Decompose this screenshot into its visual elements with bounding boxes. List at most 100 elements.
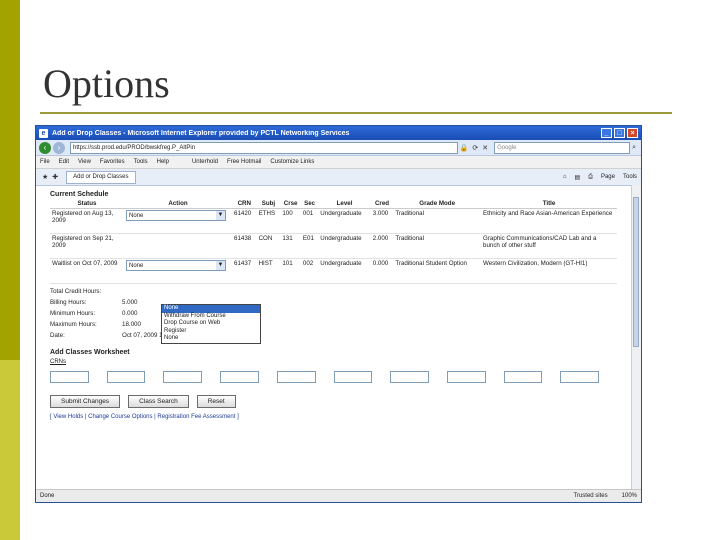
- links-item-1[interactable]: Unterhold: [192, 159, 218, 165]
- add-classes-heading: Add Classes Worksheet: [50, 349, 130, 356]
- crn-inputs: [50, 371, 617, 383]
- class-search-button[interactable]: Class Search: [128, 395, 189, 408]
- status-bar: Done Trusted sites 100%: [36, 489, 641, 502]
- scrollbar-thumb[interactable]: [633, 197, 639, 347]
- summary-label: Date:: [50, 332, 65, 339]
- back-button[interactable]: ‹: [39, 141, 51, 154]
- submit-changes-button[interactable]: Submit Changes: [50, 395, 121, 408]
- stop-icon[interactable]: ✕: [482, 144, 488, 152]
- page-menu[interactable]: Page: [601, 174, 615, 180]
- schedule-table: Status Action CRN Subj Crse Sec Level Cr…: [50, 199, 617, 284]
- search-icon[interactable]: ⌕: [632, 144, 636, 152]
- row-crn: 61437: [232, 258, 257, 284]
- row-crse: 131: [280, 233, 301, 259]
- menu-favorites[interactable]: Favorites: [100, 159, 125, 165]
- window-titlebar[interactable]: e Add or Drop Classes - Microsoft Intern…: [36, 126, 641, 140]
- refresh-icon[interactable]: ⟳: [472, 144, 478, 152]
- security-zone: Trusted sites: [573, 493, 608, 499]
- crn-label: CRNs: [50, 359, 66, 365]
- ie-icon: e: [39, 128, 48, 138]
- row-cred: 2.000: [370, 233, 394, 259]
- menu-view[interactable]: View: [78, 159, 91, 165]
- slide-title: Options: [43, 61, 170, 106]
- window-title: Add or Drop Classes - Microsoft Internet…: [52, 129, 350, 137]
- reset-button[interactable]: Reset: [196, 395, 236, 408]
- row-title: Ethnicity and Race Asian-American Experi…: [481, 208, 617, 234]
- current-schedule-heading: Current Schedule: [50, 191, 109, 198]
- crn-input-7[interactable]: [390, 371, 429, 383]
- dropdown-option[interactable]: None: [162, 305, 260, 313]
- crn-input-4[interactable]: [220, 371, 259, 383]
- zoom-level[interactable]: 100%: [622, 493, 637, 499]
- table-header-row: Status Action CRN Subj Crse Sec Level Cr…: [50, 199, 617, 209]
- maximize-button[interactable]: □: [614, 128, 625, 138]
- crn-input-9[interactable]: [503, 371, 543, 383]
- minimize-button[interactable]: _: [601, 128, 612, 138]
- feeds-icon[interactable]: ▤: [574, 174, 580, 181]
- action-dropdown[interactable]: None ▼: [126, 210, 226, 221]
- row-subj: ETHS: [256, 208, 281, 234]
- dropdown-option[interactable]: None: [162, 335, 260, 343]
- summary-row: Maximum Hours: 18.000: [50, 319, 617, 330]
- summary-row: Total Credit Hours:: [50, 286, 617, 297]
- dropdown-option[interactable]: Drop Course on Web: [162, 320, 260, 328]
- col-action: Action: [124, 199, 232, 209]
- menu-help[interactable]: Help: [157, 159, 169, 165]
- address-input[interactable]: https://ssb.prod.edu/PROD/bwskfreg.P_Alt…: [70, 141, 458, 154]
- col-crse: Crse: [280, 199, 301, 209]
- row-level: Undergraduate: [318, 233, 371, 259]
- summary-label: Total Credit Hours:: [50, 288, 102, 295]
- col-level: Level: [318, 199, 371, 209]
- col-grade-mode: Grade Mode: [393, 199, 481, 209]
- menu-file[interactable]: File: [40, 159, 50, 165]
- print-icon[interactable]: ⎙: [588, 174, 593, 181]
- search-input[interactable]: Google: [494, 141, 631, 154]
- crn-input-5[interactable]: [276, 371, 316, 383]
- summary-row: Date: Oct 07, 2009 11:03 am: [50, 330, 617, 341]
- add-favorite-icon[interactable]: ✚: [52, 173, 58, 181]
- vertical-scrollbar[interactable]: [631, 185, 641, 490]
- menu-bar: File Edit View Favorites Tools Help Unte…: [36, 156, 641, 169]
- links-item-2[interactable]: Free Hotmail: [227, 159, 261, 165]
- footer-links[interactable]: [ View Holds | Change Course Options | R…: [50, 414, 617, 420]
- row-sec: 002: [300, 258, 319, 284]
- dropdown-option[interactable]: Register: [162, 328, 260, 336]
- row-cred: 3.000: [370, 208, 394, 234]
- favorites-star-icon[interactable]: ★: [42, 173, 48, 181]
- row-grade-mode: Traditional Student Option: [393, 258, 481, 284]
- title-divider: [40, 112, 672, 114]
- row-level: Undergraduate: [318, 258, 371, 284]
- dropdown-value: None: [129, 212, 144, 219]
- row-subj: HIST: [256, 258, 281, 284]
- home-icon[interactable]: ⌂: [563, 174, 567, 180]
- table-row: Registered on Sep 21, 2009 61438 CON 131…: [50, 233, 617, 259]
- summary-row: Billing Hours: 5.000: [50, 297, 617, 308]
- tab-add-drop-classes[interactable]: Add or Drop Classes: [66, 170, 136, 184]
- crn-input-2[interactable]: [106, 371, 146, 383]
- chevron-down-icon: ▼: [216, 261, 225, 270]
- row-crn: 61420: [232, 208, 257, 234]
- crn-input-6[interactable]: [333, 371, 373, 383]
- col-title: Title: [481, 199, 617, 209]
- dropdown-option[interactable]: Withdraw From Course: [162, 313, 260, 321]
- browser-window: e Add or Drop Classes - Microsoft Intern…: [35, 125, 642, 503]
- close-button[interactable]: ×: [627, 128, 638, 138]
- crn-input-8[interactable]: [446, 371, 486, 383]
- row-action: [124, 233, 232, 259]
- row-crse: 101: [280, 258, 301, 284]
- menu-tools[interactable]: Tools: [134, 159, 148, 165]
- row-title: Western Civilization, Modern (GT-HI1): [481, 258, 617, 284]
- crn-input-3[interactable]: [163, 371, 203, 383]
- action-dropdown-list: None Withdraw From Course Drop Course on…: [161, 304, 261, 344]
- forward-button[interactable]: ›: [53, 141, 65, 154]
- crn-input-1[interactable]: [50, 371, 89, 383]
- address-toolbar: ‹ › https://ssb.prod.edu/PROD/bwskfreg.P…: [36, 140, 641, 156]
- action-dropdown-open[interactable]: None ▼: [126, 260, 226, 271]
- slide-accent-bar: [0, 0, 20, 540]
- crn-input-10[interactable]: [560, 371, 600, 383]
- links-item-3[interactable]: Customize Links: [270, 159, 314, 165]
- tools-menu[interactable]: Tools: [623, 174, 637, 180]
- table-row: Waitlist on Oct 07, 2009 None ▼ 61437 HIS…: [50, 258, 617, 284]
- menu-edit[interactable]: Edit: [59, 159, 69, 165]
- summary-value: 5.000: [122, 299, 138, 306]
